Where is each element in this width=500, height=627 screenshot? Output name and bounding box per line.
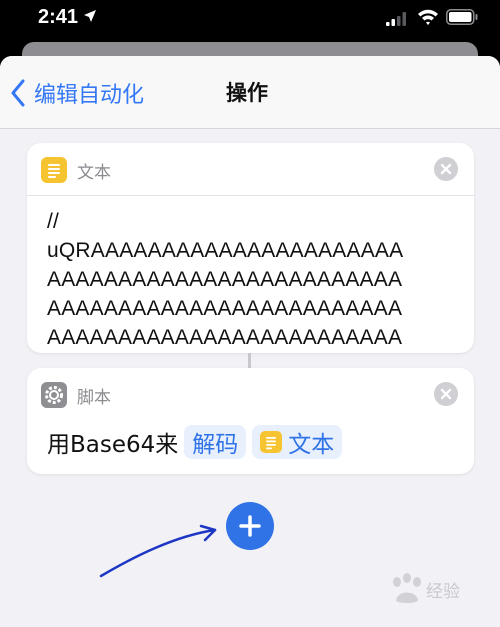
text-action-title: 文本 bbox=[77, 163, 111, 183]
wifi-icon bbox=[418, 9, 438, 25]
back-button[interactable]: 编辑自动化 bbox=[10, 76, 144, 110]
actions-sheet: 编辑自动化 操作 文本 // uQRAAAAAAAAAAAAAAAAAAAAAA… bbox=[0, 56, 500, 627]
text-action-card[interactable]: 文本 // uQRAAAAAAAAAAAAAAAAAAAAAA AAAAAAAA… bbox=[27, 143, 474, 353]
text-lines-icon bbox=[41, 157, 67, 183]
back-button-label: 编辑自动化 bbox=[34, 83, 145, 108]
text-action-header: 文本 bbox=[27, 143, 474, 196]
base64-action-card[interactable]: 脚本 用Base64来 解码 文本 bbox=[27, 368, 474, 474]
gear-icon bbox=[41, 382, 67, 408]
chevron-left-icon bbox=[11, 79, 25, 107]
add-action-button[interactable] bbox=[226, 502, 274, 550]
remove-text-action-button[interactable] bbox=[434, 157, 458, 181]
signal-icon bbox=[386, 12, 406, 26]
base64-phrase: 用Base64来 bbox=[47, 432, 179, 458]
battery-icon bbox=[446, 9, 478, 25]
script-action-title: 脚本 bbox=[77, 388, 111, 408]
baidu-paw-icon bbox=[393, 573, 421, 603]
watermark-text: 经验 bbox=[426, 581, 460, 602]
remove-script-action-button[interactable] bbox=[434, 382, 458, 406]
base64-action-parameters: 用Base64来 解码 文本 bbox=[47, 424, 343, 460]
mode-token-decode[interactable]: 解码 bbox=[184, 425, 247, 459]
annotation-arrow bbox=[99, 524, 217, 578]
close-icon bbox=[440, 388, 452, 400]
status-time: 2:41 bbox=[38, 6, 79, 28]
status-bar: 2:41 bbox=[0, 0, 500, 40]
plus-icon bbox=[239, 515, 261, 537]
input-token-label: 文本 bbox=[288, 432, 335, 458]
text-content-field[interactable]: // uQRAAAAAAAAAAAAAAAAAAAAAA AAAAAAAAAAA… bbox=[47, 207, 467, 352]
watermark: 经验 bbox=[388, 572, 460, 606]
navigation-bar: 编辑自动化 操作 bbox=[0, 56, 500, 129]
text-lines-icon bbox=[260, 431, 283, 453]
input-token-text[interactable]: 文本 bbox=[252, 425, 343, 459]
close-icon bbox=[440, 163, 452, 175]
page-title: 操作 bbox=[226, 81, 268, 105]
script-action-header: 脚本 bbox=[27, 368, 474, 420]
action-connector bbox=[248, 353, 251, 368]
location-arrow-icon bbox=[84, 10, 96, 22]
